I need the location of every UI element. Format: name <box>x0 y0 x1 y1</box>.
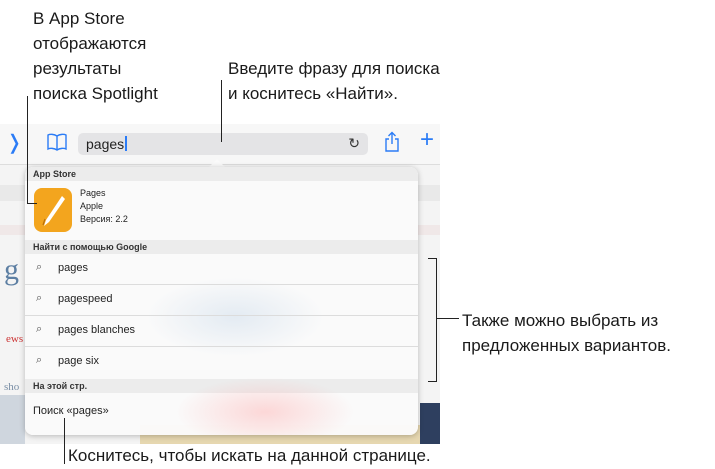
leader-line-search-page <box>64 418 65 464</box>
search-icon: ⌕ <box>36 292 43 304</box>
suggestion-item[interactable]: ⌕ pagespeed <box>25 285 418 316</box>
callout-search-page: Коснитесь, чтобы искать на данной страни… <box>68 446 431 465</box>
find-on-page-item[interactable]: Поиск «pages» <box>25 393 418 435</box>
suggestion-text: page six <box>58 355 99 367</box>
callout-enter-phrase: Введите фразу для поиска и коснитесь «На… <box>228 56 528 106</box>
suggestion-text: pages <box>58 262 88 274</box>
callout-line: Также можно выбрать из <box>462 311 659 330</box>
callout-line: поиска Spotlight <box>33 84 158 103</box>
search-icon: ⌕ <box>36 261 43 273</box>
app-developer: Apple <box>80 201 104 211</box>
safari-browser: g ews sho ❭ pages ↻ + App Store Pages Ap… <box>0 124 440 444</box>
bracket-suggestions-vertical <box>436 258 437 382</box>
chevron-left-icon[interactable]: ❭ <box>6 132 23 154</box>
leader-line-app-store <box>27 96 28 204</box>
section-header-on-page: На этой стр. <box>25 379 418 393</box>
suggestion-item[interactable]: ⌕ page six <box>25 347 418 378</box>
find-on-page-text: Поиск «pages» <box>33 405 109 417</box>
reload-icon[interactable]: ↻ <box>348 135 360 152</box>
callout-line: результаты <box>33 59 122 78</box>
plus-icon[interactable]: + <box>420 128 434 152</box>
leader-line-enter-phrase <box>221 80 222 142</box>
bracket-suggestions-bottom <box>428 381 437 382</box>
search-query: pages <box>86 136 125 152</box>
app-meta: Pages Apple Версия: 2.2 <box>80 187 128 226</box>
callout-line: Введите фразу для поиска <box>228 59 440 78</box>
search-input-value: pages <box>86 136 128 152</box>
callout-line: и коснитесь «Найти». <box>228 84 398 103</box>
suggestion-item[interactable]: ⌕ pages <box>25 254 418 285</box>
callout-line: отображаются <box>33 34 147 53</box>
bracket-suggestions-top <box>428 258 437 259</box>
callout-line: предложенных вариантов. <box>462 336 671 355</box>
suggestion-item[interactable]: ⌕ pages blanches <box>25 316 418 347</box>
app-name: Pages <box>80 188 106 198</box>
section-header-app-store: App Store <box>25 167 418 181</box>
book-icon[interactable] <box>46 132 68 157</box>
app-store-result[interactable]: Pages Apple Версия: 2.2 <box>25 183 418 240</box>
suggestion-text: pagespeed <box>58 293 113 305</box>
callout-line: В App Store <box>33 9 125 28</box>
search-input[interactable]: pages ↻ <box>78 133 368 155</box>
leader-line-app-store-tick <box>27 203 37 204</box>
section-header-google: Найти с помощью Google <box>25 240 418 254</box>
suggestions-popover: App Store Pages Apple Версия: 2.2 Найти … <box>25 167 418 435</box>
app-version: Версия: 2.2 <box>80 214 128 224</box>
text-caret <box>125 136 128 151</box>
callout-also-choose: Также можно выбрать из предложенных вари… <box>462 308 715 358</box>
pages-app-icon <box>34 188 72 232</box>
bracket-suggestions-arm <box>437 318 459 319</box>
share-icon[interactable] <box>384 131 400 158</box>
callout-app-store: В App Store отображаются результаты поис… <box>33 6 208 106</box>
search-icon: ⌕ <box>36 354 43 366</box>
search-icon: ⌕ <box>36 323 43 335</box>
suggestion-text: pages blanches <box>58 324 136 336</box>
